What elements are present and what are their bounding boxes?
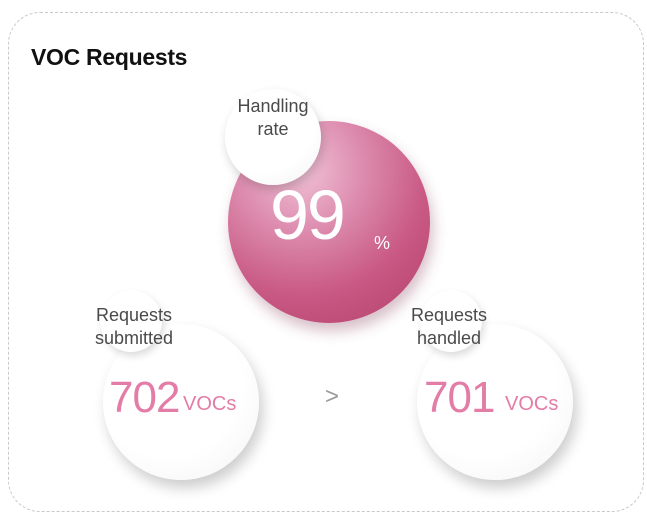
handling-rate-unit: % — [374, 233, 391, 253]
requests-submitted-label: Requests submitted — [74, 304, 194, 350]
handling-rate-label-line2: rate — [257, 119, 289, 139]
requests-submitted-label-line2: submitted — [94, 328, 174, 348]
requests-handled-label: Requests handled — [389, 304, 509, 350]
requests-handled-value: 701 — [424, 373, 495, 422]
handling-rate-label: Handling rate — [213, 95, 333, 141]
requests-handled-label-line1: Requests — [410, 305, 488, 325]
requests-submitted-unit: VOCs — [183, 393, 237, 415]
requests-handled-label-line2: handled — [416, 328, 482, 348]
greater-than-symbol: > — [325, 383, 340, 410]
requests-handled-unit: VOCs — [505, 393, 559, 415]
handling-rate-label-line1: Handling — [237, 96, 309, 116]
requests-submitted-label-line1: Requests — [95, 305, 173, 325]
card-title: VOC Requests — [31, 44, 188, 70]
requests-submitted-value: 702 — [109, 373, 180, 422]
handling-rate-value: 99 — [270, 176, 346, 254]
